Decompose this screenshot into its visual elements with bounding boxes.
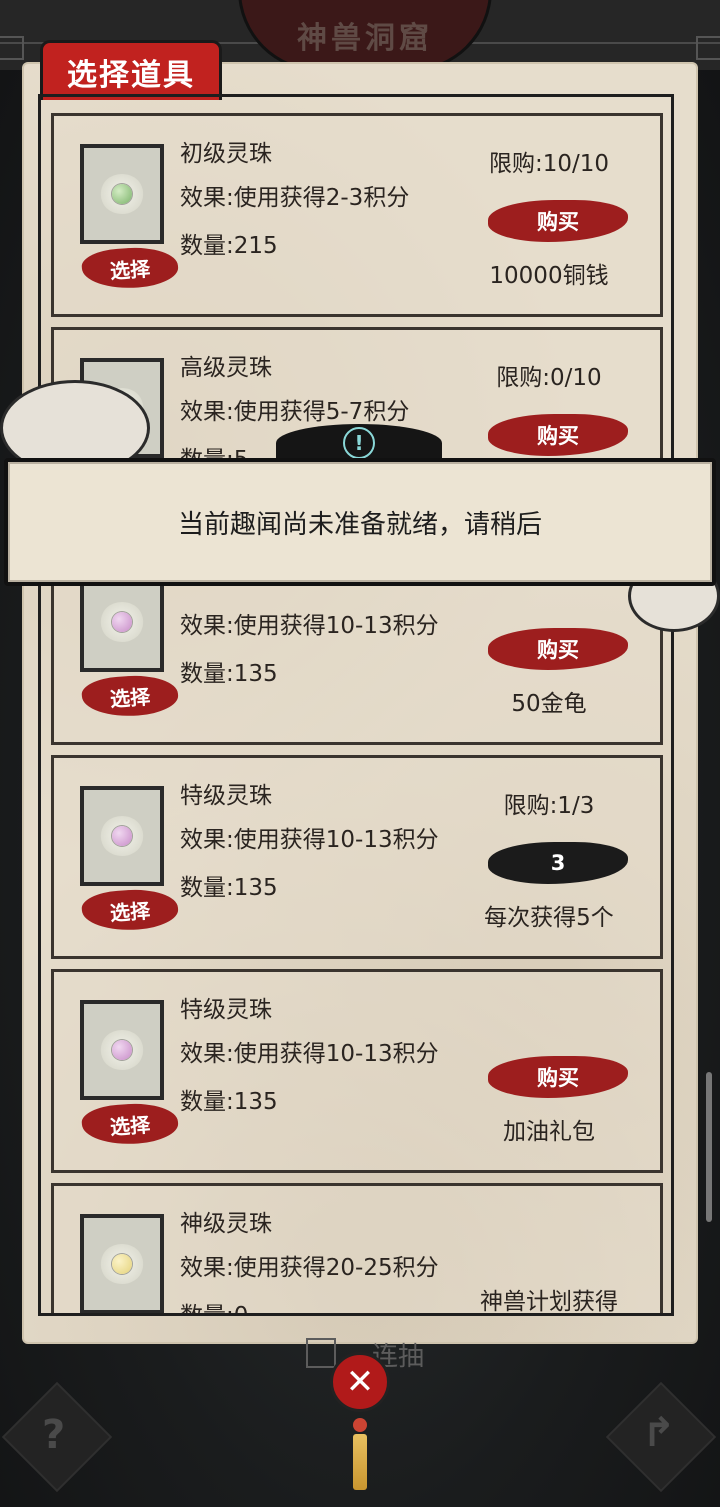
orb-icon	[112, 1040, 132, 1060]
item-effect: 效果:使用获得10-13积分	[180, 613, 439, 639]
item-effect: 效果:使用获得10-13积分	[180, 827, 439, 853]
item-price: 10000铜钱	[489, 263, 609, 289]
item-quantity: 数量:135	[180, 1089, 278, 1115]
tassel-ornament	[350, 1418, 370, 1492]
page-title: 神兽洞窟	[297, 21, 433, 56]
item-icon-frame	[80, 786, 164, 886]
select-button[interactable]: 选择	[80, 672, 180, 720]
claim-count-button[interactable]: 3	[488, 842, 628, 884]
right-ornament	[696, 36, 720, 60]
item-card: 选择 初级灵珠 效果:使用获得2-3积分 数量:215 限购:10/10 购买 …	[51, 113, 663, 317]
share-icon: ↱	[642, 1410, 676, 1456]
item-effect: 效果:使用获得2-3积分	[180, 185, 410, 211]
buy-button[interactable]: 购买	[488, 200, 628, 242]
item-price: 50金龟	[511, 691, 587, 717]
item-icon-frame	[80, 572, 164, 672]
item-icon-frame	[80, 144, 164, 244]
select-button[interactable]: 选择	[80, 244, 180, 292]
orb-icon	[112, 612, 132, 632]
scrollbar[interactable]	[706, 1072, 712, 1222]
toast-message: 当前趣闻尚未准备就绪，请稍后	[177, 509, 542, 540]
item-price: 每次获得5个	[484, 905, 614, 931]
item-icon-frame	[80, 1214, 164, 1313]
item-quantity: 数量:0	[180, 1303, 249, 1316]
purchase-limit: 限购:10/10	[488, 151, 610, 177]
multi-draw-checkbox[interactable]	[306, 1338, 336, 1368]
toast-header: !	[276, 424, 442, 462]
close-icon: ✕	[345, 1362, 375, 1402]
item-quantity: 数量:215	[180, 233, 278, 259]
buy-button[interactable]: 购买	[488, 414, 628, 456]
item-list[interactable]: 选择 初级灵珠 效果:使用获得2-3积分 数量:215 限购:10/10 购买 …	[38, 94, 674, 1316]
item-icon-frame	[80, 1000, 164, 1100]
item-card: 选择 特级灵珠 效果:使用获得10-13积分 数量:135 限购:1/3 3 每…	[51, 755, 663, 959]
panel-header-label: 选择道具	[67, 57, 195, 93]
purchase-limit: 限购:0/10	[496, 365, 602, 391]
item-name: 高级灵珠	[180, 355, 272, 381]
item-card: 神级灵珠 效果:使用获得20-25积分 数量:0 神兽计划获得	[51, 1183, 663, 1316]
orb-icon	[112, 184, 132, 204]
item-effect: 效果:使用获得5-7积分	[180, 399, 410, 425]
item-name: 特级灵珠	[180, 783, 272, 809]
select-button[interactable]: 选择	[80, 1100, 180, 1148]
item-source: 神兽计划获得	[480, 1289, 618, 1315]
item-effect: 效果:使用获得10-13积分	[180, 1041, 439, 1067]
help-icon: ?	[42, 1412, 66, 1458]
orb-icon	[112, 1254, 132, 1274]
item-name: 特级灵珠	[180, 997, 272, 1023]
buy-button[interactable]: 购买	[488, 628, 628, 670]
purchase-limit: 限购:1/3	[503, 793, 595, 819]
item-effect: 效果:使用获得20-25积分	[180, 1255, 439, 1281]
item-quantity: 数量:135	[180, 875, 278, 901]
buy-button[interactable]: 购买	[488, 1056, 628, 1098]
item-quantity: 数量:135	[180, 661, 278, 687]
left-ornament	[0, 36, 24, 60]
item-price: 加油礼包	[503, 1119, 595, 1145]
select-button[interactable]: 选择	[80, 886, 180, 934]
toast-message-box: 当前趣闻尚未准备就绪，请稍后	[4, 458, 716, 586]
close-button[interactable]: ✕	[330, 1352, 390, 1412]
item-name: 神级灵珠	[180, 1211, 272, 1237]
item-card: 选择 特级灵珠 效果:使用获得10-13积分 数量:135 购买 加油礼包	[51, 969, 663, 1173]
item-name: 初级灵珠	[180, 141, 272, 167]
exclamation-icon: !	[343, 427, 375, 459]
orb-icon	[112, 826, 132, 846]
panel-header: 选择道具	[40, 40, 222, 100]
